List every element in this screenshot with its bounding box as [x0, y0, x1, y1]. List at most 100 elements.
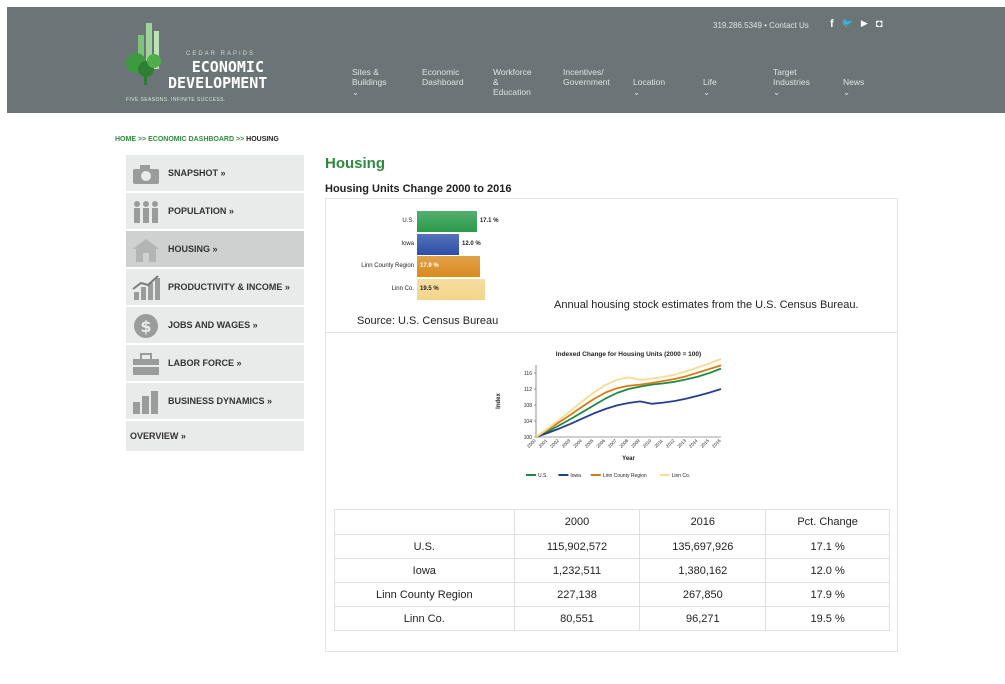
sidebar-item-productivity-income[interactable]: PRODUCTIVITY & INCOME »	[126, 269, 304, 307]
table-row: Iowa 1,232,511 1,380,162 12.0 %	[334, 558, 890, 583]
x-tick-label: 2005	[584, 438, 595, 449]
nav-sites-buildings[interactable]: Sites & Buildings ⌄	[352, 67, 387, 97]
sidebar-item-overview[interactable]: OVERVIEW »	[126, 421, 304, 453]
x-tick-label: 2009	[630, 438, 641, 449]
x-tick-label: 2013	[676, 438, 687, 449]
sidebar-item-label: HOUSING »	[168, 244, 218, 254]
x-axis-label: Year	[622, 456, 635, 462]
sidebar-item-label: POPULATION »	[168, 206, 234, 216]
social-links: f 🐦 ▶ ◘	[830, 18, 882, 30]
x-tick-label: 2016	[711, 438, 722, 449]
legend-label: Linn County Region	[603, 473, 647, 479]
nav-target-industries[interactable]: Target Industries ⌄	[773, 67, 810, 97]
logo-tagline: FIVE SEASONS. INFINITE SUCCESS.	[126, 97, 226, 103]
nav-incentives-government[interactable]: Incentives/ Government	[563, 67, 610, 87]
breadcrumb-separator: >>	[137, 136, 147, 143]
table-cell: U.S.	[334, 534, 515, 559]
sidebar-item-labor-force[interactable]: LABOR FORCE »	[126, 345, 304, 383]
logo-line2: DEVELOPMENT	[168, 74, 268, 92]
sidebar-item-label: LABOR FORCE »	[168, 358, 242, 368]
x-tick-label: 2010	[642, 438, 653, 449]
site-header: CEDAR RAPIDS ECONOMIC DEVELOPMENT FIVE S…	[7, 7, 1005, 113]
bar	[417, 211, 477, 232]
house-icon	[133, 239, 159, 262]
site-logo[interactable]: CEDAR RAPIDS ECONOMIC DEVELOPMENT FIVE S…	[124, 17, 284, 107]
youtube-icon[interactable]: ▶	[861, 18, 868, 30]
bar-value-label: 17.1 %	[479, 218, 499, 224]
sidebar-item-label: SNAPSHOT »	[168, 168, 226, 178]
x-tick-label: 2015	[700, 438, 711, 449]
table-row: Linn County Region 227,138 267,850 17.9 …	[334, 582, 890, 607]
table-row: Linn Co. 80,551 96,271 19.5 %	[334, 606, 890, 631]
bar-category-label: Iowa	[401, 240, 414, 247]
logo-graphic-icon	[126, 23, 161, 85]
table-cell: 227,138	[513, 582, 641, 607]
series-line	[535, 358, 722, 438]
series-line	[535, 388, 722, 438]
sidebar-item-housing[interactable]: HOUSING »	[126, 231, 304, 269]
nav-workforce-education[interactable]: Workforce & Education	[493, 67, 532, 97]
breadcrumb-dashboard[interactable]: ECONOMIC DASHBOARD	[148, 136, 234, 143]
sidebar-item-jobs-wages[interactable]: $ JOBS AND WAGES »	[126, 307, 304, 345]
table-cell: 80,551	[513, 606, 641, 631]
table-cell: 96,271	[639, 606, 767, 631]
table-cell: Linn Co.	[334, 606, 515, 631]
table-header: 2016	[639, 509, 767, 535]
x-tick-label: 2014	[688, 438, 699, 449]
bar-category-label: Linn County Region	[361, 263, 414, 269]
section-divider	[326, 332, 897, 333]
nav-life[interactable]: Life ⌄	[703, 77, 717, 97]
table-cell: 17.1 %	[765, 534, 890, 559]
x-tick-label: 2002	[549, 438, 560, 449]
twitter-icon[interactable]: 🐦	[842, 18, 853, 30]
instagram-icon[interactable]: ◘	[876, 18, 883, 30]
bar-category-label: U.S.	[402, 218, 414, 224]
nav-news[interactable]: News ⌄	[843, 77, 864, 97]
chart-caption: Annual housing stock estimates from the …	[554, 299, 859, 311]
x-tick-label: 2011	[654, 438, 665, 449]
table-cell: 17.9 %	[765, 582, 890, 607]
growth-chart-icon	[132, 275, 160, 300]
x-tick-label: 2006	[595, 438, 606, 449]
table-cell: Linn County Region	[334, 582, 515, 607]
logo-line1: ECONOMIC	[191, 58, 264, 76]
legend-label: U.S.	[538, 473, 548, 479]
content-panel: U.S. 17.1 % Iowa 12.0 % Linn County Region 17…	[325, 198, 898, 652]
table-cell: 1,380,162	[639, 558, 767, 583]
sidebar-item-population[interactable]: POPULATION »	[126, 193, 304, 231]
section-title: Housing Units Change 2000 to 2016	[325, 183, 512, 195]
table-header: 2000	[513, 509, 641, 535]
bar	[417, 233, 459, 255]
bar-chart-icon	[133, 391, 158, 414]
nav-location[interactable]: Location ⌄	[633, 77, 665, 97]
sidebar-item-label: PRODUCTIVITY & INCOME »	[168, 282, 290, 292]
sidebar-item-snapshot[interactable]: SNAPSHOT »	[126, 155, 304, 193]
sidebar-item-business-dynamics[interactable]: BUSINESS DYNAMICS »	[126, 383, 304, 421]
table-cell: 115,902,572	[513, 534, 641, 559]
facebook-icon[interactable]: f	[830, 18, 834, 30]
legend-label: Iowa	[570, 473, 581, 479]
table-cell: 135,697,926	[639, 534, 767, 559]
table-cell: 19.5 %	[765, 606, 890, 631]
table-header: Pct. Change	[765, 509, 890, 535]
dollar-icon: $	[134, 314, 158, 338]
table-cell: 267,850	[639, 582, 767, 607]
y-tick-label: 108	[524, 403, 533, 409]
bar-category-label: Linn Co.	[391, 285, 414, 292]
table-cell: 1,232,511	[513, 558, 641, 583]
nav-economic-dashboard[interactable]: Economic Dashboard	[422, 67, 464, 87]
legend-label: Linn Co.	[672, 473, 691, 479]
breadcrumb-separator: >>	[236, 136, 245, 143]
logo-city-text: CEDAR RAPIDS	[186, 51, 256, 57]
briefcase-icon	[133, 353, 159, 375]
bar-value-label: 17.9 %	[420, 263, 439, 269]
breadcrumb-home[interactable]: HOME	[115, 136, 136, 143]
contact-link[interactable]: 319.286.5349 • Contact Us	[713, 21, 809, 30]
y-tick-label: 104	[524, 419, 533, 425]
sidebar-item-label: JOBS AND WAGES »	[168, 320, 258, 330]
x-tick-label: 2003	[561, 438, 572, 449]
table-cell: 12.0 %	[765, 558, 890, 583]
table-header-row: 2000 2016 Pct. Change	[334, 509, 890, 535]
table-cell: Iowa	[334, 558, 515, 583]
housing-units-table: 2000 2016 Pct. Change U.S. 115,902,572 1…	[334, 509, 890, 631]
